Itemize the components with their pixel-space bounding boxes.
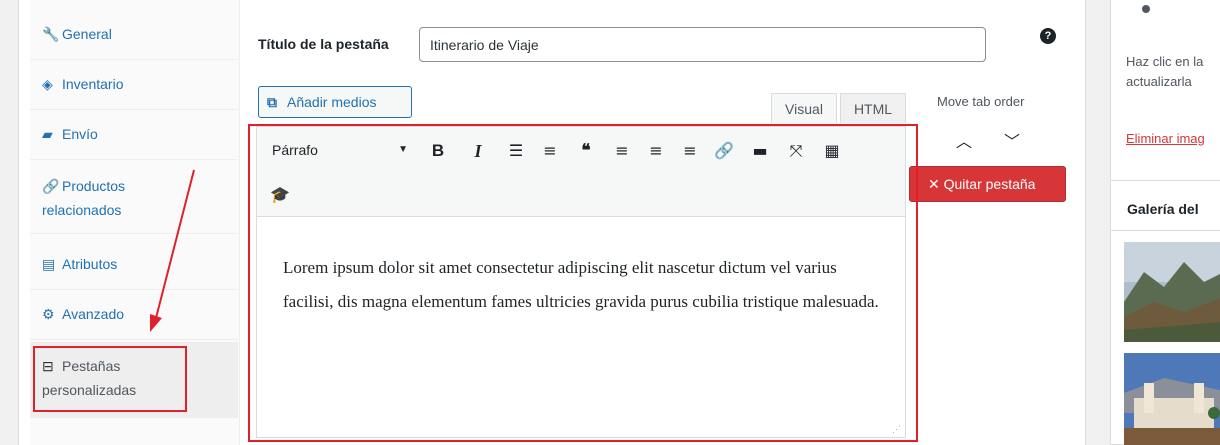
annotation-arrow-icon <box>150 169 195 332</box>
